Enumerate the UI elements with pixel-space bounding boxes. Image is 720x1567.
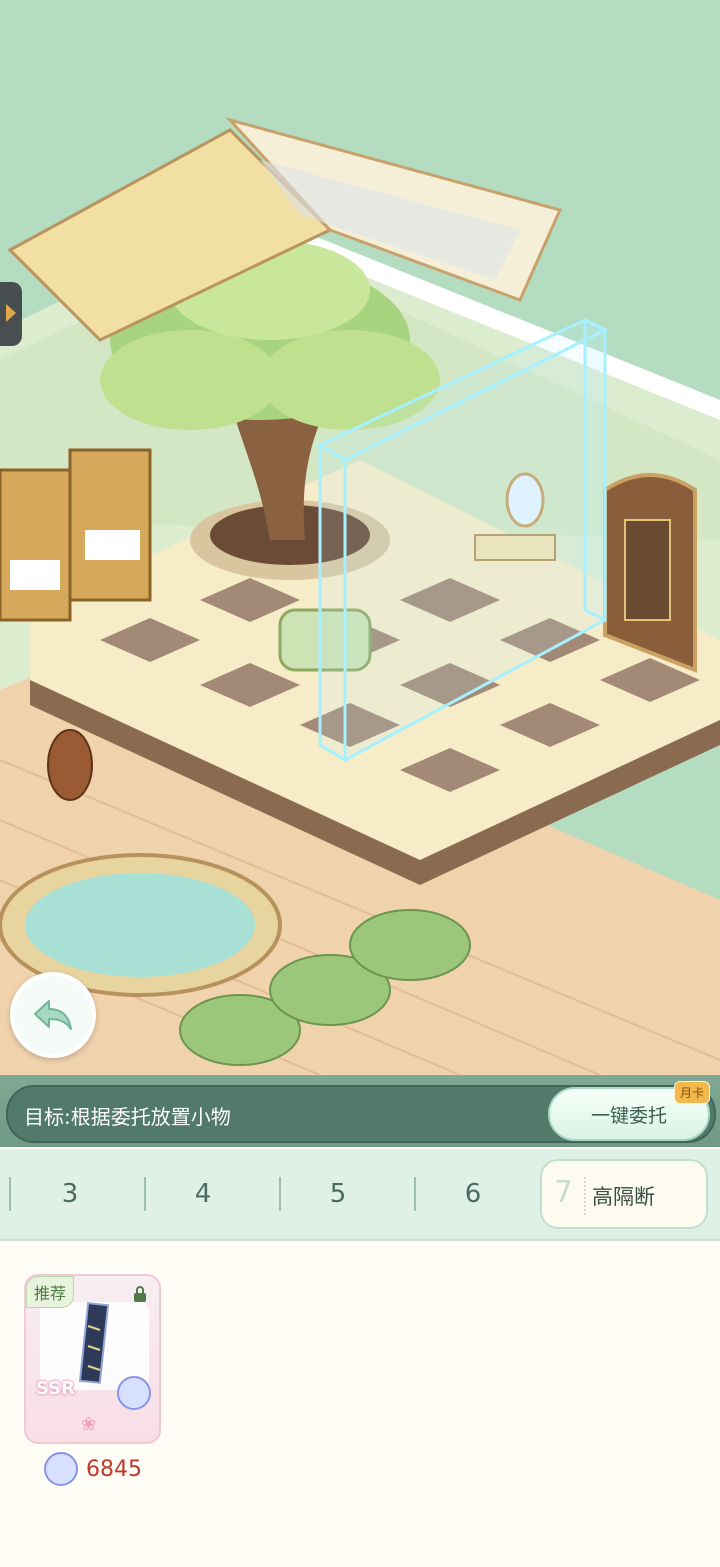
category-tab-strip: 3 4 5 6 7 高隔断 xyxy=(0,1149,720,1241)
one-click-entrust-button[interactable]: 一键委托 月卡 xyxy=(548,1081,710,1141)
tab-divider xyxy=(144,1177,146,1211)
flower-icon: ❀ xyxy=(81,1414,97,1435)
tab-4[interactable]: 4 xyxy=(148,1149,258,1239)
gem-coin-icon xyxy=(117,1376,151,1410)
tab-7-high-partition[interactable]: 7 高隔断 xyxy=(540,1159,708,1229)
tab-4-label: 4 xyxy=(194,1179,212,1209)
back-button[interactable] xyxy=(10,972,96,1058)
item-price: 6845 xyxy=(44,1452,142,1486)
item-card[interactable]: 推荐 SSR ❀ xyxy=(24,1274,161,1444)
monthly-card-badge: 月卡 xyxy=(673,1081,710,1104)
room-illustration xyxy=(0,0,720,1075)
objective-bar: 目标:根据委托放置小物 一键委托 月卡 xyxy=(0,1075,720,1147)
lock-icon xyxy=(134,1286,146,1302)
tab-divider xyxy=(414,1177,416,1211)
tab-6[interactable]: 6 xyxy=(418,1149,528,1239)
tab-7-label: 高隔断 xyxy=(592,1185,655,1209)
gem-coin-icon xyxy=(44,1452,78,1486)
tab-divider xyxy=(279,1177,281,1211)
tab-active-divider xyxy=(584,1177,587,1215)
tab-divider xyxy=(9,1177,11,1211)
price-value: 6845 xyxy=(86,1456,142,1482)
tab-7-number: 7 xyxy=(554,1175,574,1210)
undo-arrow-icon xyxy=(34,1000,72,1030)
tab-3-label: 3 xyxy=(61,1179,79,1209)
side-drawer-toggle[interactable] xyxy=(0,282,22,346)
tab-5[interactable]: 5 xyxy=(283,1149,393,1239)
tab-6-label: 6 xyxy=(464,1179,482,1209)
tab-3[interactable]: 3 xyxy=(15,1149,125,1239)
room-scene[interactable] xyxy=(0,0,720,1075)
entrust-button-label: 一键委托 xyxy=(590,1104,667,1127)
rarity-badge: SSR xyxy=(36,1378,75,1399)
recommended-badge: 推荐 xyxy=(26,1276,75,1308)
tab-5-label: 5 xyxy=(329,1179,347,1209)
objective-text: 目标:根据委托放置小物 xyxy=(24,1105,231,1129)
play-arrow-icon xyxy=(6,304,16,322)
